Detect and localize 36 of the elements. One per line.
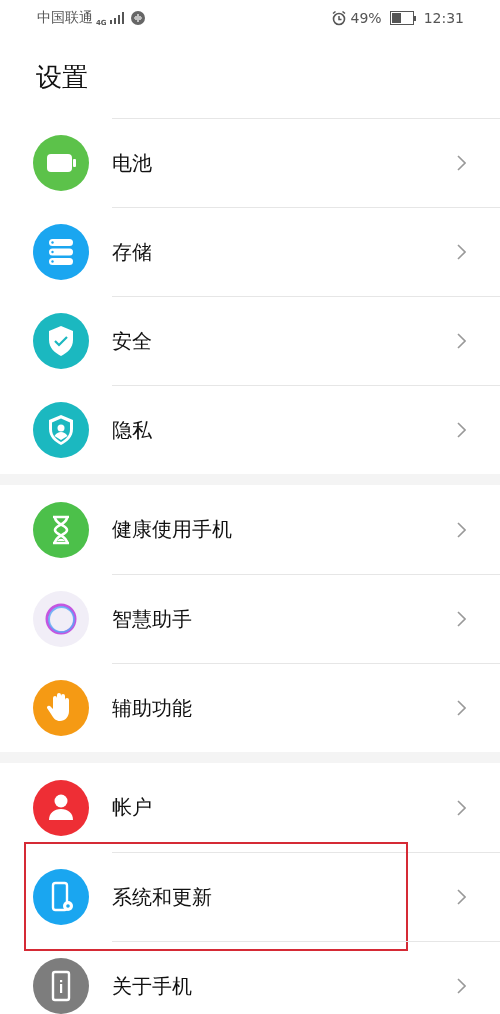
settings-item[interactable]: 存储 (0, 207, 500, 296)
item-label: 系统和更新 (112, 883, 212, 911)
chevron-right-icon (457, 700, 466, 716)
page-title: 设置 (36, 60, 88, 94)
signal-icon (109, 12, 124, 24)
carrier-name: 中国联通 (37, 9, 93, 27)
item-label: 辅助功能 (112, 694, 192, 722)
chevron-right-icon (457, 155, 466, 171)
chevron-right-icon (457, 611, 466, 627)
settings-item[interactable]: 健康使用手机 (0, 485, 500, 574)
chevron-right-icon (457, 244, 466, 260)
item-label: 隐私 (112, 416, 152, 444)
item-label: 健康使用手机 (112, 516, 232, 543)
sound-wave-icon (130, 11, 145, 25)
item-label: 智慧助手 (112, 605, 192, 633)
settings-item[interactable]: 关于手机 (0, 941, 500, 1014)
chevron-right-icon (457, 422, 466, 438)
item-label: 帐户 (112, 794, 152, 821)
settings-item[interactable]: 电池 (0, 118, 500, 207)
settings-item[interactable]: 智慧助手 (0, 574, 500, 663)
alarm-icon (330, 10, 347, 26)
settings-item[interactable]: 帐户 (0, 763, 500, 852)
settings-item[interactable]: 安全 (0, 296, 500, 385)
chevron-right-icon (457, 978, 466, 994)
item-label: 电池 (112, 149, 152, 177)
chevron-right-icon (457, 799, 466, 816)
clock-time: 12:31 (423, 10, 464, 26)
battery-percentage: 49% (350, 10, 382, 26)
item-label: 存储 (112, 238, 152, 266)
battery-icon (389, 11, 416, 25)
chevron-right-icon (457, 333, 466, 349)
item-label: 安全 (112, 327, 152, 355)
settings-item[interactable]: 系统和更新 (0, 852, 500, 941)
item-label: 关于手机 (112, 972, 192, 1000)
chevron-right-icon (457, 889, 466, 905)
chevron-right-icon (457, 521, 466, 538)
